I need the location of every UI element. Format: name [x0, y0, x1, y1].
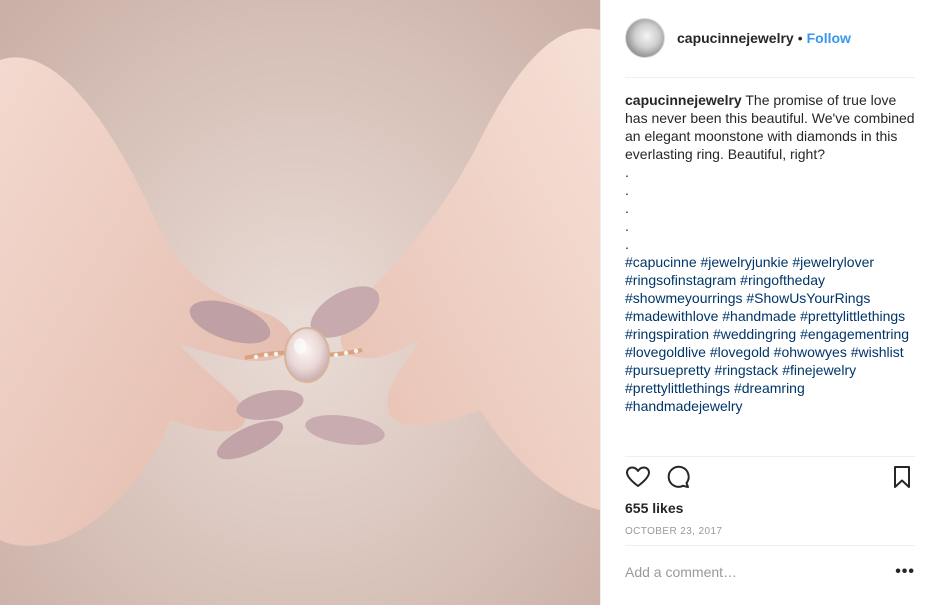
- follow-button[interactable]: Follow: [807, 30, 851, 46]
- post-photo[interactable]: [0, 0, 600, 605]
- avatar[interactable]: [625, 18, 665, 58]
- comment-divider: [625, 545, 915, 546]
- bookmark-icon[interactable]: [889, 464, 915, 490]
- caption-text: The promise of true love has never been …: [625, 92, 915, 252]
- post-date[interactable]: OCTOBER 23, 2017: [625, 526, 722, 537]
- header-divider: [625, 77, 915, 78]
- comment-input[interactable]: [625, 564, 895, 580]
- likes-count[interactable]: 655 likes: [625, 500, 683, 516]
- username-link[interactable]: capucinnejewelry: [677, 30, 794, 46]
- post-details-panel: capucinnejewelry • Follow capucinnejewel…: [600, 0, 939, 605]
- comment-row: •••: [625, 560, 915, 584]
- caption-username[interactable]: capucinnejewelry: [625, 92, 742, 108]
- action-bar: [625, 464, 915, 494]
- heart-icon[interactable]: [625, 464, 651, 490]
- actions-divider: [625, 456, 915, 457]
- post-caption: capucinnejewelry The promise of true lov…: [625, 91, 917, 415]
- ring-photo-illustration: [0, 28, 600, 546]
- instagram-post: capucinnejewelry • Follow capucinnejewel…: [0, 0, 939, 605]
- more-options-icon[interactable]: •••: [895, 563, 915, 581]
- comment-bubble-icon[interactable]: [665, 464, 691, 490]
- post-header: capucinnejewelry • Follow: [625, 16, 915, 60]
- hashtag-list[interactable]: #capucinne #jewelryjunkie #jewelrylover …: [625, 254, 913, 414]
- separator-dot: •: [797, 30, 803, 46]
